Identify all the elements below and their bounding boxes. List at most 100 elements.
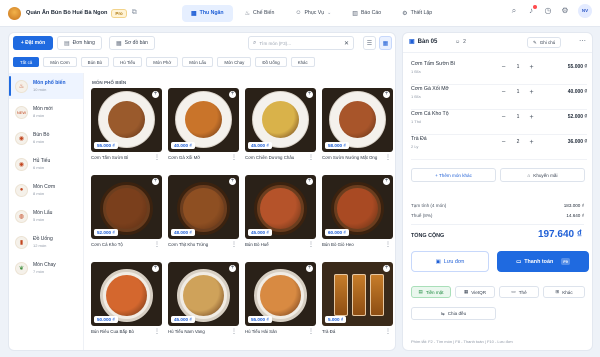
sidebar-item-new[interactable]: NEW Món mới 8 món — [9, 99, 83, 125]
external-link-icon[interactable]: ⧉ — [132, 9, 137, 17]
chip-lau[interactable]: Món Lẩu — [182, 57, 214, 67]
add-icon[interactable]: + — [306, 265, 313, 272]
chip-hu-tieu[interactable]: Hủ Tiếu — [113, 57, 143, 67]
minus-button[interactable]: − — [499, 88, 508, 97]
add-icon[interactable]: + — [383, 265, 390, 272]
sidebar-item-com[interactable]: ● Món Cơm 8 món — [9, 177, 83, 203]
promo-button[interactable]: ⌂ Khuyến mãi — [500, 168, 585, 182]
menu-card[interactable]: +5.000 ₫ Trà Đá ⋮ — [322, 262, 393, 341]
minus-button[interactable]: − — [499, 138, 508, 147]
sidebar-item-chay[interactable]: ❦ Món Chay 7 món — [9, 255, 83, 281]
add-icon[interactable]: + — [229, 91, 236, 98]
cash-icon: ▤ — [418, 289, 423, 294]
add-icon[interactable]: + — [306, 91, 313, 98]
add-icon[interactable]: + — [229, 265, 236, 272]
add-icon[interactable]: + — [383, 178, 390, 185]
payment-cash[interactable]: ▤ Tiền mặt — [411, 286, 451, 298]
chip-khac[interactable]: Khác — [290, 57, 315, 67]
pay-button[interactable]: ▭ Thanh toán F9 — [497, 251, 589, 272]
menu-card[interactable]: +48.000 ₫ Cơm Thịt Kho Trứng ⋮ — [168, 175, 239, 254]
more-vertical-icon[interactable]: ⋮ — [154, 328, 160, 335]
nav-service[interactable]: ☺ Phục Vụ ⌄ — [286, 5, 340, 22]
add-icon[interactable]: + — [152, 178, 159, 185]
chip-com[interactable]: Món Cơm — [43, 57, 77, 67]
payment-card[interactable]: ▭ Thẻ — [499, 286, 539, 298]
plus-button[interactable]: + — [527, 88, 536, 97]
payment-vietqr[interactable]: ▦ VietQR — [455, 286, 495, 298]
minus-button[interactable]: − — [499, 113, 508, 122]
more-vertical-icon[interactable]: ⋮ — [308, 154, 314, 161]
sidebar-item-hu-tieu[interactable]: ◉ Hủ Tiếu 6 món — [9, 151, 83, 177]
more-vertical-icon[interactable]: ⋮ — [231, 241, 237, 248]
nav-kitchen[interactable]: ♨ Chế Biến — [236, 5, 284, 22]
more-vertical-icon[interactable]: ⋮ — [385, 241, 391, 248]
category-chips: Tất cả Món Cơm Bún Bò Hủ Tiếu Món Phở Mó… — [13, 57, 319, 67]
more-vertical-icon[interactable]: ⋮ — [385, 328, 391, 335]
sidebar-item-bun-bo[interactable]: ◉ Bún Bò 6 món — [9, 125, 83, 151]
chip-chay[interactable]: Món Chay — [217, 57, 252, 67]
menu-card[interactable]: +45.000 ₫ Cơm Chiên Dương Châu ⋮ — [245, 88, 316, 167]
table-map-button[interactable]: ▦ Sơ đồ bàn — [109, 36, 155, 50]
sidebar-item-lau[interactable]: ◍ Món Lẩu 5 món — [9, 203, 83, 229]
top-bar: Quán Ăn Bún Bò Huế Bà Ngon Pro ⧉ ▦ Thu Ng… — [0, 0, 600, 27]
list-view-toggle[interactable]: ☰ — [363, 36, 376, 50]
clock-icon[interactable]: ◷ — [541, 4, 555, 18]
more-vertical-icon[interactable]: ⋮ — [308, 241, 314, 248]
avatar[interactable]: NV — [578, 4, 592, 18]
search-input[interactable] — [259, 40, 330, 46]
more-vertical-icon[interactable]: ⋮ — [231, 154, 237, 161]
table-label[interactable]: ▣ Bàn 05 — [409, 38, 437, 46]
menu-card[interactable]: +40.000 ₫ Cơm Gà Xối Mỡ ⋮ — [168, 88, 239, 167]
clear-icon[interactable]: ✕ — [344, 40, 349, 47]
add-icon[interactable]: + — [306, 178, 313, 185]
nav-cashier[interactable]: ▦ Thu Ngân — [182, 4, 233, 22]
menu-card[interactable]: +55.000 ₫ Cơm Tấm Sườn Bì ⋮ — [91, 88, 162, 167]
add-icon[interactable]: + — [383, 91, 390, 98]
grid-view-toggle[interactable]: ▦ — [379, 36, 392, 50]
new-order-button[interactable]: + Đặt món — [13, 36, 53, 50]
bell-icon[interactable]: ♪ — [524, 4, 538, 18]
menu-card[interactable]: +45.000 ₫ Hủ Tiếu Nam Vang ⋮ — [168, 262, 239, 341]
grid-icon: ▦ — [116, 40, 122, 47]
chip-bun-bo[interactable]: Bún Bò — [80, 57, 110, 67]
plus-button[interactable]: + — [527, 63, 536, 72]
add-icon[interactable]: + — [229, 178, 236, 185]
menu-card[interactable]: +50.000 ₫ Bún Riêu Cua Bắp Bò ⋮ — [91, 262, 162, 341]
plus-button[interactable]: + — [527, 138, 536, 147]
more-vertical-icon[interactable]: ⋮ — [231, 328, 237, 335]
price-tag: 40.000 ₫ — [171, 142, 195, 149]
chip-do-uong[interactable]: Đồ Uống — [255, 57, 287, 67]
more-horizontal-icon[interactable]: ⋯ — [579, 37, 586, 45]
add-more-button[interactable]: + Thêm món khác — [411, 168, 496, 182]
menu-card[interactable]: +58.000 ₫ Cơm Sườn Nướng Mật Ong ⋮ — [322, 88, 393, 167]
guest-count[interactable]: ☺ 2 — [455, 39, 466, 45]
more-vertical-icon[interactable]: ⋮ — [385, 154, 391, 161]
payment-other[interactable]: ⊞ Khác — [543, 286, 585, 298]
sidebar-item-popular[interactable]: ♨ Món phổ biến 10 món — [9, 73, 83, 99]
chip-all[interactable]: Tất cả — [13, 57, 40, 67]
note-button[interactable]: ✎ Ghi chú — [527, 37, 562, 48]
add-icon[interactable]: + — [152, 91, 159, 98]
search-icon[interactable]: ⌕ — [507, 4, 521, 18]
menu-card[interactable]: +60.000 ₫ Bún Bò Giò Heo ⋮ — [322, 175, 393, 254]
tag-icon: ⌂ — [527, 172, 531, 178]
add-icon[interactable]: + — [152, 265, 159, 272]
plus-button[interactable]: + — [527, 113, 536, 122]
more-vertical-icon[interactable]: ⋮ — [154, 154, 160, 161]
menu-card[interactable]: +55.000 ₫ Hủ Tiếu Hải Sản ⋮ — [245, 262, 316, 341]
noodle-bowl-icon: ◉ — [15, 131, 28, 145]
more-vertical-icon[interactable]: ⋮ — [308, 328, 314, 335]
menu-card[interactable]: +45.000 ₫ Bún Bò Huế ⋮ — [245, 175, 316, 254]
sidebar-item-do-uong[interactable]: ▮ Đồ Uống 12 món — [9, 229, 83, 255]
more-vertical-icon[interactable]: ⋮ — [154, 241, 160, 248]
split-bill-button[interactable]: ⇋ Chia đều — [411, 307, 496, 320]
cashier-icon: ▦ — [191, 10, 197, 17]
nav-settings[interactable]: ⚙ Thiết Lập — [393, 5, 441, 22]
save-order-button[interactable]: ▣ Lưu đơn — [411, 251, 489, 272]
chip-pho[interactable]: Món Phở — [146, 57, 179, 67]
menu-card[interactable]: +52.000 ₫ Cơm Cá Kho Tộ ⋮ — [91, 175, 162, 254]
orders-button[interactable]: ▤ Đơn hàng — [57, 36, 102, 50]
settings-icon[interactable]: ⚙ — [558, 4, 572, 18]
minus-button[interactable]: − — [499, 63, 508, 72]
nav-reports[interactable]: ▥ Báo Cáo — [343, 5, 390, 22]
